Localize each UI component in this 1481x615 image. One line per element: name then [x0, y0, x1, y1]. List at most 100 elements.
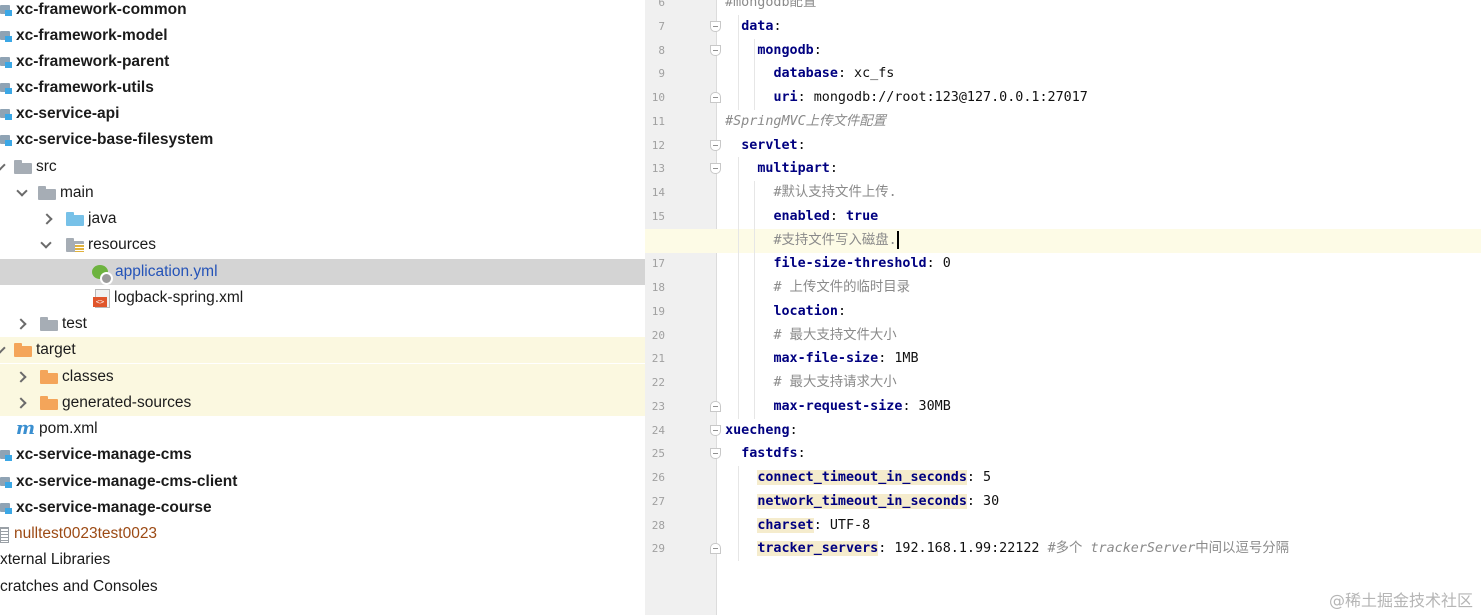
yaml-comment: # 最大支持请求大小: [773, 375, 897, 390]
code-line[interactable]: file-size-threshold: 0: [717, 252, 1481, 276]
code-line[interactable]: # 最大支持文件大小: [717, 324, 1481, 348]
tree-item-module[interactable]: xc-service-api: [0, 101, 645, 127]
yaml-value: xc_fs: [846, 66, 895, 82]
yaml-value: 0: [934, 256, 951, 272]
tree-item-target[interactable]: target: [0, 337, 645, 363]
tree-item-pom-xml[interactable]: pom.xml: [0, 416, 645, 442]
module-icon: [0, 55, 12, 69]
tree-item-label: application.yml: [115, 263, 218, 280]
chevron-right-icon[interactable]: [42, 213, 54, 225]
line-number: 10: [651, 91, 665, 104]
tree-item-module[interactable]: xc-framework-parent: [0, 49, 645, 75]
code-line[interactable]: # 上传文件的临时目录: [717, 276, 1481, 300]
watermark: @稀土掘金技术社区: [1328, 591, 1473, 610]
tree-item-label: xc-framework-parent: [16, 53, 170, 70]
code-editor[interactable]: 6789101112131415161718192021222324252627…: [645, 0, 1481, 615]
chevron-down-icon[interactable]: [0, 161, 6, 173]
code-line[interactable]: network_timeout_in_seconds: 30: [717, 490, 1481, 514]
resources-folder-icon: [66, 238, 84, 252]
chevron-right-icon[interactable]: [16, 397, 28, 409]
code-line[interactable]: servlet:: [717, 134, 1481, 158]
fold-end-icon[interactable]: [710, 92, 721, 103]
fold-end-icon[interactable]: [710, 543, 721, 555]
fold-collapse-icon[interactable]: [710, 20, 721, 32]
yaml-comment: trackerServer: [1090, 541, 1196, 557]
tree-item-generated-sources[interactable]: generated-sources: [0, 390, 645, 416]
tree-item-logback-xml[interactable]: logback-spring.xml: [0, 285, 645, 311]
tree-item-label: nulltest0023test0023: [14, 525, 158, 542]
tree-item-label: xc-service-base-filesystem: [16, 131, 214, 148]
chevron-down-icon[interactable]: [0, 344, 6, 356]
tree-item-module[interactable]: xc-service-manage-course: [0, 495, 645, 521]
yaml-key: fastdfs: [741, 446, 798, 462]
tree-item-module[interactable]: xc-service-manage-cms: [0, 442, 645, 468]
tree-item-module[interactable]: xc-framework-common: [0, 0, 645, 23]
chevron-down-icon[interactable]: [16, 187, 28, 199]
code-line[interactable]: uri: mongodb://root:123@127.0.0.1:27017: [717, 86, 1481, 110]
tree-item-label: generated-sources: [62, 394, 192, 411]
yaml-comment: 中间以逗号分隔: [1195, 541, 1290, 557]
code-line[interactable]: # 最大支持请求大小: [717, 371, 1481, 395]
code-line[interactable]: #默认支持文件上传.: [717, 181, 1481, 205]
fold-collapse-icon[interactable]: [710, 139, 721, 151]
code-line[interactable]: max-file-size: 1MB: [717, 347, 1481, 371]
line-number: 19: [651, 304, 665, 318]
tree-item-module[interactable]: xc-framework-utils: [0, 75, 645, 101]
yaml-key: enabled: [773, 208, 830, 224]
chevron-right-icon[interactable]: [16, 318, 28, 330]
line-number: 12: [651, 138, 665, 152]
tree-item-label: xc-framework-model: [16, 27, 168, 44]
fold-collapse-icon[interactable]: [710, 163, 721, 175]
code-line[interactable]: data:: [717, 15, 1481, 39]
tree-item-scratches[interactable]: cratches and Consoles: [0, 574, 645, 600]
tree-item-main[interactable]: main: [0, 180, 645, 206]
code-line[interactable]: #SpringMVC上传文件配置: [717, 110, 1481, 134]
code-line[interactable]: multipart:: [717, 157, 1481, 181]
yaml-value: 1MB: [886, 351, 919, 367]
tree-item-module[interactable]: xc-service-manage-cms-client: [0, 469, 645, 495]
fold-collapse-icon[interactable]: [710, 44, 721, 56]
code-line[interactable]: enabled: true: [717, 205, 1481, 229]
code-line[interactable]: xuecheng:: [717, 419, 1481, 443]
line-number: 17: [651, 257, 665, 271]
yaml-comment: #SpringMVC上传文件配置: [725, 113, 887, 129]
tree-item-application-yml[interactable]: application.yml: [0, 259, 645, 285]
fold-collapse-icon[interactable]: [710, 424, 721, 436]
tree-item-resources[interactable]: resources: [0, 232, 645, 258]
line-number: 25: [651, 447, 665, 461]
line-number: 28: [651, 518, 665, 532]
tree-item-external-libraries[interactable]: xternal Libraries: [0, 547, 645, 573]
line-number: 24: [651, 423, 665, 437]
module-icon: [0, 81, 12, 95]
excluded-folder-icon: [40, 370, 58, 384]
yaml-value: mongodb://root:123@127.0.0.1:27017: [805, 90, 1088, 105]
maven-pom-icon: [16, 421, 36, 437]
tree-item-src[interactable]: src: [0, 154, 645, 180]
code-line[interactable]: connect_timeout_in_seconds: 5: [717, 466, 1481, 490]
code-line[interactable]: tracker_servers: 192.168.1.99:22122 #多个 …: [717, 537, 1481, 561]
tree-item-label: xc-framework-utils: [16, 79, 154, 96]
project-tree: xc-framework-common xc-framework-model x…: [0, 0, 645, 615]
tree-item-classes[interactable]: classes: [0, 364, 645, 390]
fold-end-icon[interactable]: [710, 400, 721, 412]
code-line[interactable]: location:: [717, 300, 1481, 324]
chevron-right-icon[interactable]: [16, 371, 28, 383]
code-line[interactable]: database: xc_fs: [717, 62, 1481, 86]
yaml-key: mongodb: [757, 42, 814, 58]
code-line[interactable]: mongodb:: [717, 39, 1481, 63]
fold-collapse-icon[interactable]: [710, 448, 721, 460]
code-line[interactable]: max-request-size: 30MB: [717, 395, 1481, 419]
code-line[interactable]: charset: UTF-8: [717, 514, 1481, 538]
yaml-key: servlet: [741, 137, 798, 153]
yaml-key: uri: [773, 90, 798, 105]
code-line[interactable]: fastdfs:: [717, 442, 1481, 466]
chevron-down-icon[interactable]: [40, 239, 52, 251]
tree-item-text-file[interactable]: nulltest0023test0023: [0, 521, 645, 547]
tree-item-module[interactable]: xc-service-base-filesystem: [0, 127, 645, 153]
code-line[interactable]: #支持文件写入磁盘.: [645, 228, 1481, 253]
tree-item-module[interactable]: xc-framework-model: [0, 23, 645, 49]
tree-item-test[interactable]: test: [0, 311, 645, 337]
code-line[interactable]: #mongodb配置: [717, 0, 1481, 15]
tree-item-java[interactable]: java: [0, 206, 645, 232]
module-icon: [0, 475, 12, 489]
